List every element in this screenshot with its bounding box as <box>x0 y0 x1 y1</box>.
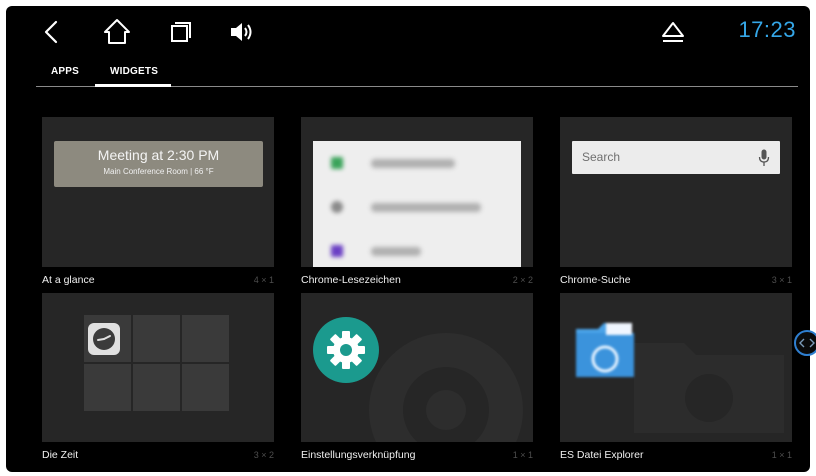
grid-cell <box>182 315 229 362</box>
status-clock: 17:23 <box>738 17 796 42</box>
widget-at-a-glance-preview[interactable]: Meeting at 2:30 PM Main Conference Room … <box>42 117 274 267</box>
tab-apps[interactable]: APPS <box>51 66 79 77</box>
bookmark-text <box>371 247 421 256</box>
widget-size: 1 × 1 <box>771 450 792 460</box>
glance-title: Meeting at 2:30 PM <box>97 147 220 163</box>
search-placeholder: Search <box>582 150 621 164</box>
eject-icon[interactable] <box>656 15 690 49</box>
widget-settings-shortcut-preview[interactable] <box>301 293 533 442</box>
widget-label: Chrome-Lesezeichen <box>301 274 401 286</box>
microphone-icon <box>758 149 770 166</box>
widget-label: At a glance <box>42 274 95 286</box>
bookmarks-preview <box>313 141 521 267</box>
clock-app-icon <box>88 323 120 355</box>
home-outline-icon[interactable] <box>100 15 134 49</box>
gear-watermark-icon <box>369 333 523 442</box>
tab-selected-indicator <box>95 84 171 87</box>
widget-label: Chrome-Suche <box>560 274 631 286</box>
grid-cell <box>133 315 180 362</box>
widget-chrome-search-preview[interactable]: Search <box>560 117 792 267</box>
widget-die-zeit-preview[interactable] <box>42 293 274 442</box>
widget-es-file-explorer-preview[interactable] <box>560 293 792 442</box>
search-bar-preview: Search <box>572 141 780 174</box>
edge-drag-handle[interactable] <box>794 330 816 356</box>
recents-square-icon[interactable] <box>163 15 197 49</box>
widget-size: 4 × 1 <box>253 275 274 285</box>
es-explorer-app-icon <box>576 323 634 377</box>
folder-watermark-icon <box>634 343 784 433</box>
grid-cell <box>182 364 229 411</box>
widget-label: Einstellungsverknüpfung <box>301 449 416 461</box>
bookmark-favicon-icon <box>331 201 343 213</box>
bookmark-text <box>371 203 481 212</box>
status-bar: 17:23 <box>6 6 810 56</box>
back-chevron-icon[interactable] <box>36 15 70 49</box>
widget-chrome-bookmarks-preview[interactable] <box>301 117 533 267</box>
grid-cell <box>133 364 180 411</box>
widget-size: 1 × 1 <box>512 450 533 460</box>
bookmark-text <box>371 159 455 168</box>
widget-label: Die Zeit <box>42 449 79 461</box>
tab-widgets[interactable]: WIDGETS <box>110 66 158 77</box>
glance-subtitle: Main Conference Room | 66 °F <box>103 167 214 176</box>
widget-size: 3 × 1 <box>771 275 792 285</box>
glance-preview: Meeting at 2:30 PM Main Conference Room … <box>54 141 263 187</box>
settings-gear-icon <box>313 317 379 383</box>
widget-size: 3 × 2 <box>253 450 274 460</box>
screen: 17:23 APPS WIDGETS Meeting at 2:30 PM Ma… <box>6 6 810 472</box>
bookmark-favicon-icon <box>331 157 343 169</box>
bookmark-favicon-icon <box>331 245 343 257</box>
grid-cell <box>84 364 131 411</box>
widget-label: ES Datei Explorer <box>560 449 644 461</box>
volume-speaker-icon[interactable] <box>225 15 259 49</box>
widget-size: 2 × 2 <box>512 275 533 285</box>
